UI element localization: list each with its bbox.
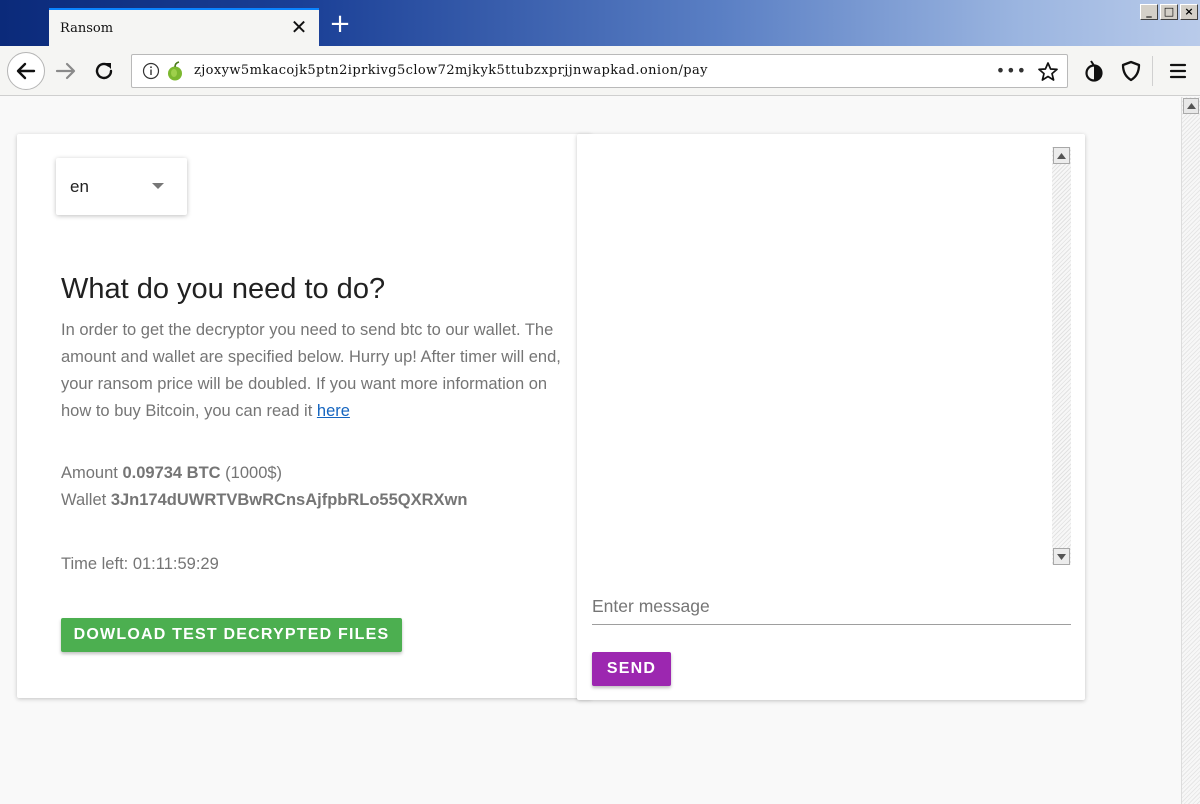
address-bar[interactable]: zjoxyw5mkacojk5ptn2iprkivg5clow72mjkyk5t…: [131, 54, 1068, 88]
amount-line: Amount 0.09734 BTC (1000$): [61, 464, 282, 483]
url-text[interactable]: zjoxyw5mkacojk5ptn2iprkivg5clow72mjkyk5t…: [194, 63, 708, 78]
page-scroll-up-arrow-icon: [1186, 103, 1196, 109]
onion-icon[interactable]: [166, 61, 184, 81]
star-icon[interactable]: [1037, 61, 1059, 83]
info-icon[interactable]: [142, 62, 160, 80]
tab-title: Ransom: [60, 21, 114, 36]
forward-arrow-icon: [55, 62, 76, 80]
browser-tab[interactable]: Ransom ✕: [49, 8, 319, 46]
countdown-timer: Time left: 01:11:59:29: [61, 555, 219, 574]
navigation-toolbar: zjoxyw5mkacojk5ptn2iprkivg5clow72mjkyk5t…: [0, 46, 1200, 96]
amount-label: Amount: [61, 464, 123, 482]
send-button[interactable]: SEND: [592, 652, 671, 686]
wallet-address[interactable]: 3Jn174dUWRTVBwRCnsAjfpbRLo55QXRXwn: [111, 491, 468, 509]
page-scrollbar[interactable]: [1181, 97, 1200, 804]
instructions-body: In order to get the decryptor you need t…: [61, 321, 561, 420]
hamburger-menu-icon[interactable]: [1166, 59, 1190, 83]
shield-icon[interactable]: [1119, 59, 1143, 83]
toolbar-divider: [1152, 56, 1153, 86]
chat-scrollbar[interactable]: [1052, 147, 1071, 565]
reload-button[interactable]: [92, 59, 116, 83]
scroll-down-arrow-icon: [1057, 553, 1066, 560]
scroll-down-button[interactable]: [1053, 548, 1070, 565]
chat-card: SEND: [577, 134, 1085, 700]
close-window-button[interactable]: ×: [1180, 4, 1198, 20]
forward-button[interactable]: [54, 60, 78, 82]
instructions-card: en What do you need to do? In order to g…: [17, 134, 592, 698]
timer-label: Time left:: [61, 555, 133, 573]
tab-close-icon[interactable]: ✕: [289, 15, 309, 39]
minimize-button[interactable]: _: [1140, 4, 1158, 20]
tor-onion-icon[interactable]: [1082, 59, 1106, 83]
message-input[interactable]: [592, 589, 1071, 625]
maximize-button[interactable]: □: [1160, 4, 1178, 20]
language-select[interactable]: en: [56, 158, 187, 215]
page-scroll-up-button[interactable]: [1183, 98, 1199, 114]
page-actions-icon[interactable]: •••: [996, 61, 1027, 80]
page-title: What do you need to do?: [61, 273, 386, 305]
back-arrow-icon: [16, 62, 36, 80]
scroll-up-button[interactable]: [1053, 147, 1070, 164]
timer-value: 01:11:59:29: [132, 555, 219, 573]
chevron-down-icon: [152, 183, 164, 189]
scroll-up-arrow-icon: [1057, 152, 1066, 159]
back-button[interactable]: [7, 52, 45, 90]
instructions-text: In order to get the decryptor you need t…: [61, 317, 561, 425]
download-test-files-button[interactable]: DOWLOAD TEST DECRYPTED FILES: [61, 618, 402, 652]
chat-message-log[interactable]: [591, 147, 1071, 565]
wallet-label: Wallet: [61, 491, 111, 509]
page-viewport: en What do you need to do? In order to g…: [0, 97, 1181, 804]
reload-icon: [95, 62, 113, 80]
new-tab-button[interactable]: +: [328, 11, 352, 37]
bitcoin-help-link[interactable]: here: [317, 402, 350, 420]
window-titlebar: Ransom ✕ + _ □ ×: [0, 0, 1200, 46]
amount-value: 0.09734 BTC: [122, 464, 221, 482]
language-value: en: [70, 177, 89, 196]
wallet-line: Wallet 3Jn174dUWRTVBwRCnsAjfpbRLo55QXRXw…: [61, 491, 467, 510]
amount-usd: (1000$): [220, 464, 283, 482]
window-controls: _ □ ×: [1140, 4, 1198, 20]
